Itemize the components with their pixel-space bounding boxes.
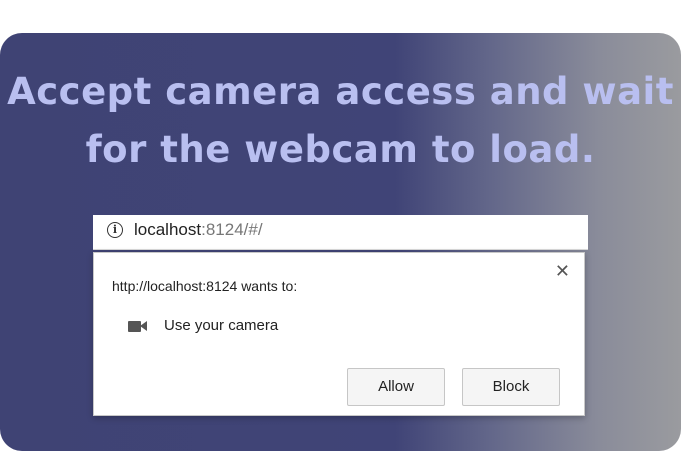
block-button[interactable]: Block xyxy=(462,368,560,406)
info-icon[interactable]: i xyxy=(107,222,123,238)
headline-line-1: Accept camera access and wait xyxy=(7,70,674,113)
url-host: localhost xyxy=(134,220,202,239)
url-text[interactable]: localhost:8124/#/ xyxy=(134,219,263,241)
instruction-card: Accept camera access and wait for the we… xyxy=(0,33,681,451)
permission-label: Use your camera xyxy=(164,317,279,334)
browser-screenshot: i localhost:8124/#/ ✕ http://localhost:8… xyxy=(93,215,588,416)
permission-prompt: http://localhost:8124 wants to: xyxy=(112,278,298,294)
video-camera-icon xyxy=(128,319,150,333)
allow-button[interactable]: Allow xyxy=(347,368,445,406)
permission-request-row: Use your camera xyxy=(128,317,278,334)
camera-permission-dialog: ✕ http://localhost:8124 wants to: Use yo… xyxy=(93,252,585,416)
close-icon[interactable]: ✕ xyxy=(555,261,570,282)
instruction-headline: Accept camera access and wait for the we… xyxy=(0,63,681,179)
url-path: :8124/#/ xyxy=(201,220,263,239)
headline-line-2: for the webcam to load. xyxy=(85,128,596,171)
address-bar[interactable]: i localhost:8124/#/ xyxy=(93,215,588,250)
